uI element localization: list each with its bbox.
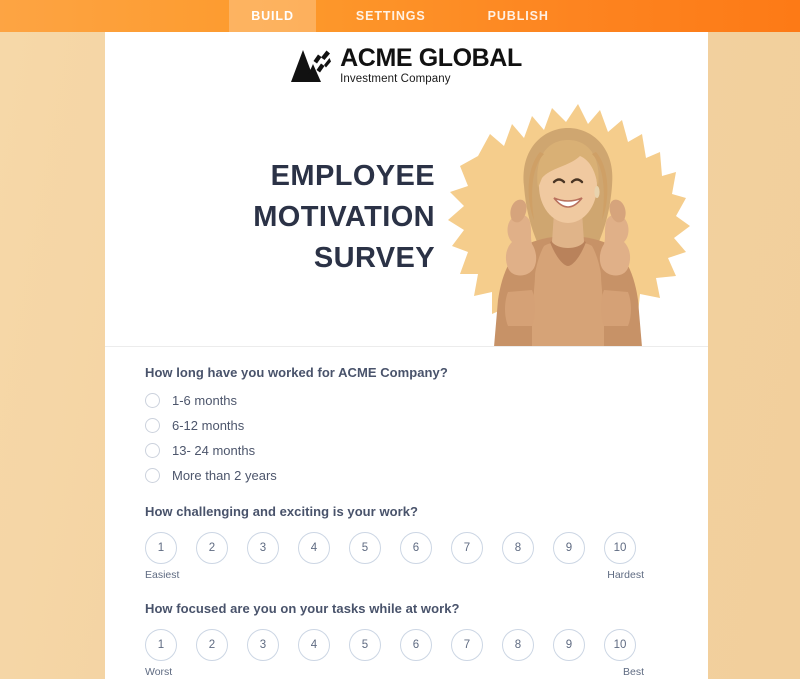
- radio-button-icon[interactable]: [145, 418, 160, 433]
- tab-gap-1: [316, 0, 334, 32]
- radio-option-2[interactable]: 6-12 months: [145, 418, 708, 433]
- mountain-arrow-logo-icon: [291, 48, 332, 84]
- top-tab-bar: BUILD SETTINGS PUBLISH: [0, 0, 800, 32]
- question-2-text: How challenging and exciting is your wor…: [145, 504, 418, 519]
- company-logo: ACME GLOBAL Investment Company: [105, 32, 708, 94]
- rating-option-7[interactable]: 7: [451, 629, 483, 661]
- anchor-low-label: Easiest: [145, 569, 180, 581]
- logo-company-name: ACME GLOBAL: [340, 44, 522, 73]
- question-block-3: How focused are you on your tasks while …: [145, 601, 708, 678]
- rating-option-4[interactable]: 4: [298, 629, 330, 661]
- radio-option-3-label: 13- 24 months: [172, 443, 256, 458]
- rating-option-2[interactable]: 2: [196, 532, 228, 564]
- rating-option-1[interactable]: 1: [145, 532, 177, 564]
- tab-build-label: BUILD: [251, 9, 294, 23]
- rating-scale-2: 1 2 3 4 5 6 7 8 9 10: [145, 532, 708, 564]
- anchor-high-label: Best: [622, 666, 644, 678]
- rating-option-2[interactable]: 2: [196, 629, 228, 661]
- tab-publish[interactable]: PUBLISH: [466, 0, 571, 32]
- survey-title-line-1: EMPLOYEE: [270, 160, 435, 192]
- question-block-2: How challenging and exciting is your wor…: [145, 504, 708, 581]
- rating-option-10[interactable]: 10: [604, 629, 636, 661]
- rating-option-8[interactable]: 8: [502, 629, 534, 661]
- radio-option-4[interactable]: More than 2 years: [145, 468, 708, 483]
- radio-button-icon[interactable]: [145, 468, 160, 483]
- tab-settings-label: SETTINGS: [355, 9, 426, 23]
- radio-option-2-label: 6-12 months: [172, 418, 245, 433]
- tab-build[interactable]: BUILD: [229, 0, 316, 32]
- rating-option-3[interactable]: 3: [247, 629, 279, 661]
- radio-option-3[interactable]: 13- 24 months: [145, 443, 708, 458]
- tab-gap-2: [448, 0, 466, 32]
- question-1-text: How long have you worked for ACME Compan…: [145, 365, 448, 380]
- radio-button-icon[interactable]: [145, 443, 160, 458]
- rating-option-9[interactable]: 9: [553, 629, 585, 661]
- rating-option-8[interactable]: 8: [502, 532, 534, 564]
- question-3-text: How focused are you on your tasks while …: [145, 601, 460, 616]
- logo-text-block: ACME GLOBAL Investment Company: [340, 46, 522, 86]
- rating-anchors-3: Worst Best: [145, 666, 644, 678]
- anchor-low-label: Worst: [145, 666, 173, 678]
- radio-option-1[interactable]: 1-6 months: [145, 393, 708, 408]
- rating-option-1[interactable]: 1: [145, 629, 177, 661]
- survey-title-line-3: SURVEY: [313, 242, 435, 275]
- anchor-high-label: Hardest: [607, 569, 644, 581]
- radio-button-icon[interactable]: [145, 393, 160, 408]
- rating-option-4[interactable]: 4: [298, 532, 330, 564]
- woman-thumbs-up-photo: [420, 94, 700, 346]
- rating-option-5[interactable]: 5: [349, 532, 381, 564]
- radio-option-4-label: More than 2 years: [172, 468, 277, 483]
- survey-hero-banner: EMPLOYEE MOTIVATION SURVEY: [105, 94, 708, 347]
- tab-publish-label: PUBLISH: [487, 9, 549, 23]
- tab-settings[interactable]: SETTINGS: [334, 0, 448, 32]
- survey-canvas: ACME GLOBAL Investment Company EMPLOYEE …: [105, 32, 708, 679]
- rating-option-3[interactable]: 3: [247, 532, 279, 564]
- rating-option-10[interactable]: 10: [604, 532, 636, 564]
- rating-anchors-2: Easiest Hardest: [145, 569, 644, 581]
- rating-option-6[interactable]: 6: [400, 629, 432, 661]
- questions-list: How long have you worked for ACME Compan…: [105, 347, 708, 678]
- logo-company-tagline: Investment Company: [340, 73, 451, 86]
- rating-option-6[interactable]: 6: [400, 532, 432, 564]
- survey-title-line-2: MOTIVATION: [253, 201, 435, 234]
- survey-title: EMPLOYEE MOTIVATION SURVEY: [105, 156, 435, 280]
- question-block-1: How long have you worked for ACME Compan…: [145, 365, 708, 483]
- radio-option-1-label: 1-6 months: [172, 393, 238, 408]
- rating-scale-3: 1 2 3 4 5 6 7 8 9 10: [145, 629, 708, 661]
- rating-option-9[interactable]: 9: [553, 532, 585, 564]
- rating-option-7[interactable]: 7: [451, 532, 483, 564]
- rating-option-5[interactable]: 5: [349, 629, 381, 661]
